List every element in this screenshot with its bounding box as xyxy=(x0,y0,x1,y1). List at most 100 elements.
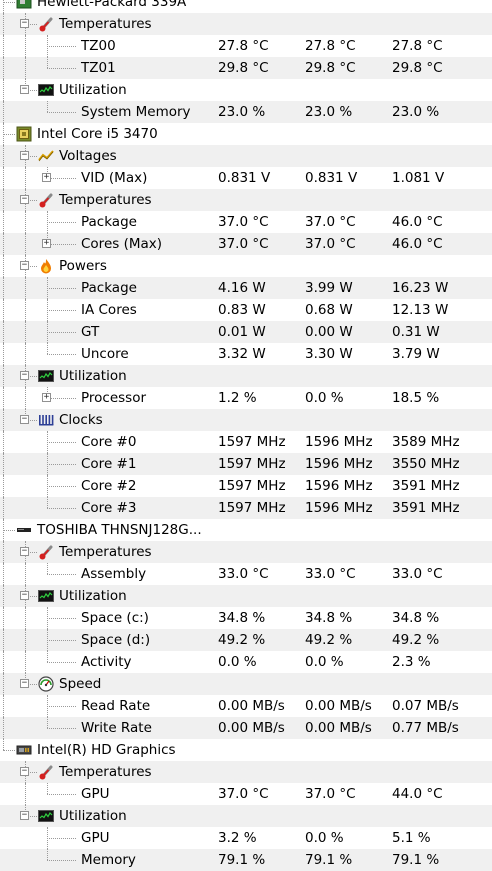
sensor-min: 0.831 V xyxy=(305,170,358,186)
sensor-value: 0.831 V xyxy=(218,170,271,186)
sensor-name: Assembly xyxy=(81,566,147,582)
expand-toggle[interactable]: + xyxy=(42,173,51,182)
sensor-row[interactable]: Core #3 1597 MHz 1596 MHz 3591 MHz xyxy=(0,497,492,519)
sensor-value: 0.0 % xyxy=(218,654,257,670)
sensor-name: Core #2 xyxy=(81,478,137,494)
group-row[interactable]: − Temperatures xyxy=(0,189,492,211)
sensor-value: 1597 MHz xyxy=(218,478,286,494)
sensor-max: 2.3 % xyxy=(392,654,431,670)
sensor-row[interactable]: Package 37.0 °C 37.0 °C 46.0 °C xyxy=(0,211,492,233)
collapse-toggle[interactable]: − xyxy=(20,547,29,556)
sensor-name: Space (d:) xyxy=(81,632,151,648)
collapse-toggle[interactable]: − xyxy=(20,767,29,776)
sensor-row[interactable]: Core #1 1597 MHz 1596 MHz 3550 MHz xyxy=(0,453,492,475)
sensor-row[interactable]: + Processor 1.2 % 0.0 % 18.5 % xyxy=(0,387,492,409)
group-row[interactable]: − Utilization xyxy=(0,585,492,607)
group-row[interactable]: − Utilization xyxy=(0,365,492,387)
sensor-row[interactable]: Write Rate 0.00 MB/s 0.00 MB/s 0.77 MB/s xyxy=(0,717,492,739)
sensor-row[interactable]: Read Rate 0.00 MB/s 0.00 MB/s 0.07 MB/s xyxy=(0,695,492,717)
hardware-name: Hewlett-Packard 339A xyxy=(37,0,187,10)
sensor-min: 3.99 W xyxy=(305,280,353,296)
collapse-toggle[interactable]: − xyxy=(20,151,29,160)
sensor-value: 37.0 °C xyxy=(218,786,269,802)
collapse-toggle[interactable]: − xyxy=(20,811,29,820)
sensor-min: 34.8 % xyxy=(305,610,353,626)
hardware-row[interactable]: TOSHIBA THNSNJ128G... xyxy=(0,519,492,541)
sensor-row[interactable]: Activity 0.0 % 0.0 % 2.3 % xyxy=(0,651,492,673)
sensor-name: Write Rate xyxy=(81,720,152,736)
sensor-row[interactable]: IA Cores 0.83 W 0.68 W 12.13 W xyxy=(0,299,492,321)
hardware-row[interactable]: Intel(R) HD Graphics xyxy=(0,739,492,761)
sensor-value: 37.0 °C xyxy=(218,214,269,230)
expand-toggle[interactable]: + xyxy=(42,393,51,402)
load-monitor-icon xyxy=(38,370,54,382)
sensor-max: 44.0 °C xyxy=(392,786,443,802)
sensor-min: 0.00 W xyxy=(305,324,353,340)
group-row[interactable]: − Temperatures xyxy=(0,541,492,563)
group-row[interactable]: − Powers xyxy=(0,255,492,277)
group-row[interactable]: − Speed xyxy=(0,673,492,695)
sensor-min: 37.0 °C xyxy=(305,786,356,802)
sensor-value: 4.16 W xyxy=(218,280,266,296)
collapse-toggle[interactable]: − xyxy=(20,85,29,94)
sensor-row[interactable]: Package 4.16 W 3.99 W 16.23 W xyxy=(0,277,492,299)
sensor-name: TZ00 xyxy=(81,38,116,54)
sensor-max: 3550 MHz xyxy=(392,456,460,472)
sensor-row[interactable]: Uncore 3.32 W 3.30 W 3.79 W xyxy=(0,343,492,365)
collapse-toggle[interactable]: − xyxy=(20,19,29,28)
sensor-row[interactable]: GT 0.01 W 0.00 W 0.31 W xyxy=(0,321,492,343)
sensor-row[interactable]: GPU 3.2 % 0.0 % 5.1 % xyxy=(0,827,492,849)
group-row[interactable]: − Temperatures xyxy=(0,13,492,35)
sensor-row[interactable]: Space (d:) 49.2 % 49.2 % 49.2 % xyxy=(0,629,492,651)
sensor-value: 27.8 °C xyxy=(218,38,269,54)
sensor-row[interactable]: System Memory 23.0 % 23.0 % 23.0 % xyxy=(0,101,492,123)
sensor-row[interactable]: Space (c:) 34.8 % 34.8 % 34.8 % xyxy=(0,607,492,629)
expand-toggle[interactable]: + xyxy=(42,239,51,248)
hardware-row[interactable]: Hewlett-Packard 339A xyxy=(0,0,492,13)
sensor-row[interactable]: GPU 37.0 °C 37.0 °C 44.0 °C xyxy=(0,783,492,805)
sensor-row[interactable]: TZ01 29.8 °C 29.8 °C 29.8 °C xyxy=(0,57,492,79)
sensor-name: Space (c:) xyxy=(81,610,149,626)
collapse-toggle[interactable]: − xyxy=(20,261,29,270)
sensor-row[interactable]: Assembly 33.0 °C 33.0 °C 33.0 °C xyxy=(0,563,492,585)
sensor-name: Processor xyxy=(81,390,147,406)
group-row[interactable]: − Voltages xyxy=(0,145,492,167)
sensor-row[interactable]: Memory 79.1 % 79.1 % 79.1 % xyxy=(0,849,492,871)
sensor-min: 33.0 °C xyxy=(305,566,356,582)
group-row[interactable]: − Clocks xyxy=(0,409,492,431)
sensor-max: 46.0 °C xyxy=(392,214,443,230)
sensor-row[interactable]: Core #2 1597 MHz 1596 MHz 3591 MHz xyxy=(0,475,492,497)
sensor-value: 34.8 % xyxy=(218,610,266,626)
collapse-toggle[interactable]: − xyxy=(20,371,29,380)
sensor-row[interactable]: Core #0 1597 MHz 1596 MHz 3589 MHz xyxy=(0,431,492,453)
collapse-toggle[interactable]: − xyxy=(20,679,29,688)
sensor-max: 33.0 °C xyxy=(392,566,443,582)
collapse-toggle[interactable]: − xyxy=(20,415,29,424)
sensor-row[interactable]: TZ00 27.8 °C 27.8 °C 27.8 °C xyxy=(0,35,492,57)
collapse-toggle[interactable]: − xyxy=(20,591,29,600)
hardware-row[interactable]: Intel Core i5 3470 xyxy=(0,123,492,145)
sensor-name: Package xyxy=(81,214,137,230)
sensor-max: 3.79 W xyxy=(392,346,440,362)
collapse-toggle[interactable]: − xyxy=(20,195,29,204)
group-name: Clocks xyxy=(59,412,103,428)
gauge-icon xyxy=(38,676,54,692)
sensor-name: Memory xyxy=(81,852,136,868)
sensor-name: IA Cores xyxy=(81,302,137,318)
group-row[interactable]: − Utilization xyxy=(0,805,492,827)
sensor-value: 29.8 °C xyxy=(218,60,269,76)
sensor-min: 0.0 % xyxy=(305,830,344,846)
sensor-row[interactable]: + VID (Max) 0.831 V 0.831 V 1.081 V xyxy=(0,167,492,189)
group-name: Temperatures xyxy=(59,192,152,208)
group-row[interactable]: − Temperatures xyxy=(0,761,492,783)
hardware-name: Intel Core i5 3470 xyxy=(37,126,158,142)
sensor-name: GT xyxy=(81,324,100,340)
sensor-min: 0.0 % xyxy=(305,390,344,406)
sensor-min: 1596 MHz xyxy=(305,478,373,494)
sensor-value: 3.2 % xyxy=(218,830,257,846)
sensor-row[interactable]: + Cores (Max) 37.0 °C 37.0 °C 46.0 °C xyxy=(0,233,492,255)
sensor-max: 0.07 MB/s xyxy=(392,698,459,714)
group-row[interactable]: − Utilization xyxy=(0,79,492,101)
sensor-min: 37.0 °C xyxy=(305,214,356,230)
sensor-max: 3591 MHz xyxy=(392,500,460,516)
